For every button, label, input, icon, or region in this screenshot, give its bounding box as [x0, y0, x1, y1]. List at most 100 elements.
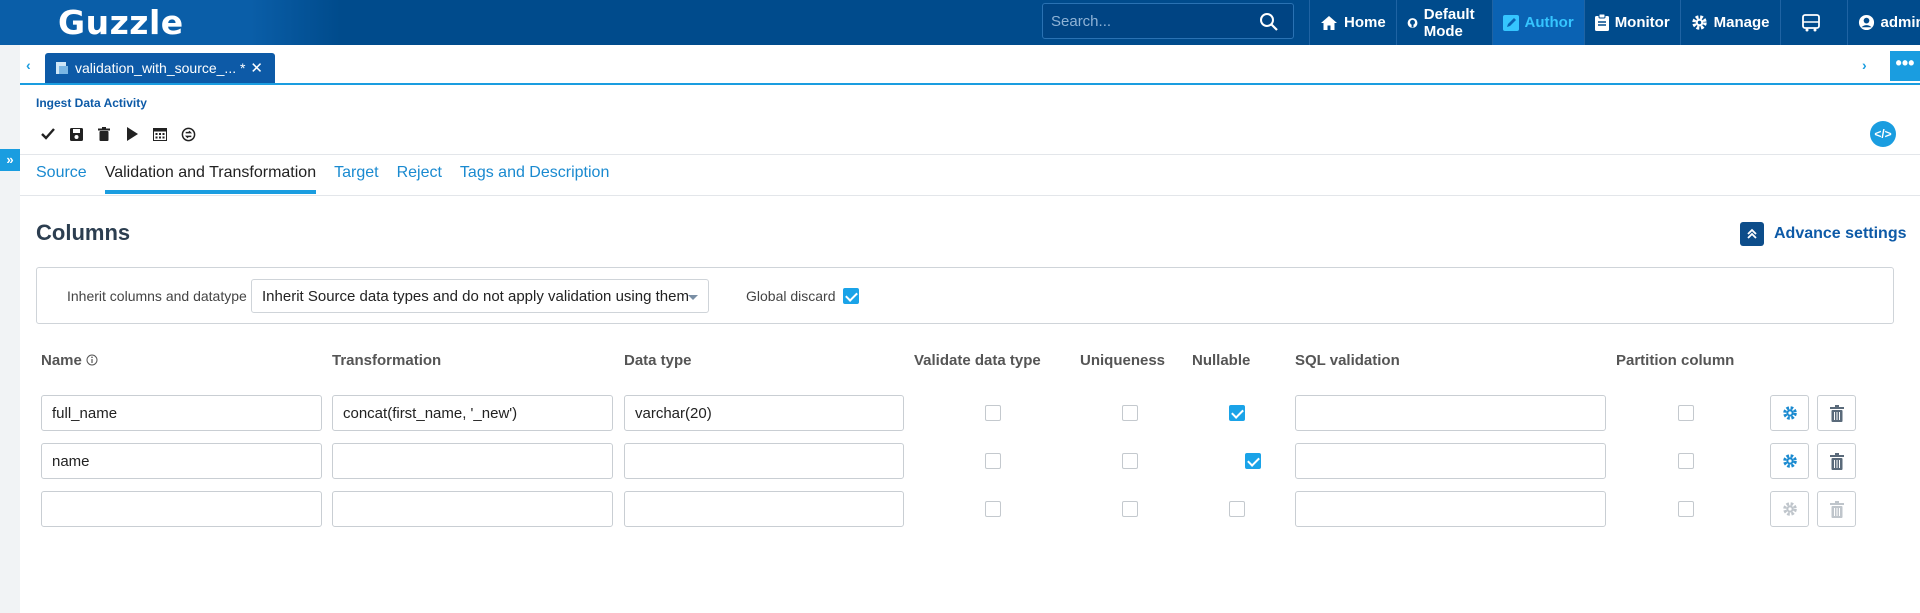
validate-data-type-checkbox[interactable]: [985, 453, 1001, 469]
trash-icon: [1829, 452, 1844, 470]
name-input[interactable]: full_name: [41, 395, 322, 431]
name-input[interactable]: name: [41, 443, 322, 479]
expand-sidebar-icon[interactable]: »: [0, 149, 20, 171]
advance-settings-label: Advance settings: [1774, 225, 1907, 242]
tab-validation-and-transformation[interactable]: Validation and Transformation: [104, 164, 317, 194]
transformation-input[interactable]: concat(first_name, '_new'): [332, 395, 613, 431]
inherit-select-value: Inherit Source data types and do not app…: [262, 288, 689, 305]
nav-author[interactable]: Author: [1491, 0, 1584, 45]
top-bar: Guzzle Home Default Mode Author Monitor …: [0, 0, 1920, 45]
sql-validation-input[interactable]: [1295, 491, 1606, 527]
trash-icon: [1829, 500, 1844, 518]
row-settings-button[interactable]: [1770, 395, 1809, 431]
nav-home[interactable]: Home: [1309, 0, 1396, 45]
transformation-input[interactable]: [332, 443, 613, 479]
activity-title: Ingest Data Activity: [36, 96, 147, 110]
info-icon[interactable]: [86, 354, 98, 366]
home-icon: [1321, 15, 1337, 30]
nav-user-label: admin: [1880, 14, 1920, 31]
gear-icon: [1782, 502, 1797, 516]
header-validate-data-type: Validate data type: [914, 352, 1041, 369]
header-partition-column: Partition column: [1616, 352, 1735, 369]
nav-default-mode-label: Default Mode: [1423, 5, 1475, 40]
github-icon: [1407, 17, 1418, 28]
uniqueness-checkbox[interactable]: [1122, 453, 1138, 469]
subtab-bar: Source Validation and Transformation Tar…: [36, 164, 627, 194]
sync-icon[interactable]: [176, 122, 200, 146]
header-name: Name: [41, 352, 98, 369]
sql-validation-input[interactable]: [1295, 443, 1606, 479]
uniqueness-checkbox[interactable]: [1122, 501, 1138, 517]
check-icon[interactable]: [36, 122, 60, 146]
caret-down-icon: [688, 295, 698, 300]
row-delete-button[interactable]: [1817, 443, 1856, 479]
chevrons-up-icon: [1740, 222, 1764, 246]
nullable-checkbox[interactable]: [1229, 405, 1245, 421]
uniqueness-checkbox[interactable]: [1122, 405, 1138, 421]
partition-column-checkbox[interactable]: [1678, 405, 1694, 421]
search-icon[interactable]: [1259, 12, 1279, 32]
inherit-datatype-select[interactable]: Inherit Source data types and do not app…: [251, 279, 709, 313]
header-uniqueness: Uniqueness: [1080, 352, 1166, 369]
data-type-input[interactable]: [624, 443, 904, 479]
doc-tab-label: validation_with_source_... *: [75, 60, 246, 76]
nav-default-mode[interactable]: Default Mode: [1395, 0, 1492, 45]
validate-data-type-checkbox[interactable]: [985, 501, 1001, 517]
advance-settings-button[interactable]: Advance settings: [1740, 222, 1906, 246]
nav-user[interactable]: admin: [1846, 0, 1920, 45]
row-delete-button[interactable]: [1817, 395, 1856, 431]
header-nullable: Nullable: [1192, 352, 1251, 369]
row-settings-button[interactable]: [1770, 443, 1809, 479]
divider: [20, 154, 1920, 155]
nav-manage[interactable]: Manage: [1679, 0, 1780, 45]
main-nav: Home Default Mode Author Monitor Manage …: [1309, 0, 1920, 45]
search-box[interactable]: [1042, 3, 1294, 39]
search-input[interactable]: [1051, 11, 1251, 31]
header-data-type: Data type: [624, 352, 692, 369]
nullable-checkbox[interactable]: [1245, 453, 1261, 469]
nullable-checkbox[interactable]: [1229, 501, 1245, 517]
divider: [20, 195, 1920, 196]
tab-source[interactable]: Source: [36, 164, 87, 194]
nav-manage-label: Manage: [1713, 14, 1770, 31]
validate-data-type-checkbox[interactable]: [985, 405, 1001, 421]
header-sql-validation: SQL validation: [1295, 352, 1400, 369]
close-icon[interactable]: ✕: [250, 59, 263, 77]
save-icon[interactable]: [64, 122, 88, 146]
document-tab-strip: ‹ validation_with_source_... * ✕ › •••: [20, 45, 1920, 85]
transformation-input[interactable]: [332, 491, 613, 527]
doc-tab-validation[interactable]: validation_with_source_... * ✕: [45, 53, 275, 83]
tab-reject[interactable]: Reject: [397, 164, 442, 194]
nav-monitor-label: Monitor: [1614, 14, 1670, 31]
nav-monitor[interactable]: Monitor: [1583, 0, 1680, 45]
partition-column-checkbox[interactable]: [1678, 453, 1694, 469]
columns-title: Columns: [36, 220, 131, 245]
bus-icon: [1801, 13, 1820, 31]
chevron-right-icon[interactable]: ›: [1862, 57, 1867, 73]
trash-icon[interactable]: [92, 122, 116, 146]
play-icon[interactable]: [120, 122, 144, 146]
left-sidebar-collapsed: »: [0, 45, 20, 613]
gear-icon: [1691, 15, 1707, 30]
row-settings-button[interactable]: [1770, 491, 1809, 527]
chevron-left-icon[interactable]: ‹: [26, 57, 31, 73]
nav-bus[interactable]: [1779, 0, 1847, 45]
data-type-input[interactable]: [624, 491, 904, 527]
data-type-input[interactable]: varchar(20): [624, 395, 904, 431]
global-discard-checkbox[interactable]: [843, 288, 859, 304]
nav-author-label: Author: [1524, 14, 1574, 31]
app-logo[interactable]: Guzzle: [58, 3, 184, 42]
code-view-button[interactable]: </>: [1870, 121, 1896, 147]
inherit-label: Inherit columns and datatype: [67, 288, 247, 304]
more-options-button[interactable]: •••: [1890, 51, 1920, 81]
name-input[interactable]: [41, 491, 322, 527]
tab-tags-and-description[interactable]: Tags and Description: [460, 164, 609, 194]
sql-validation-input[interactable]: [1295, 395, 1606, 431]
user-circle-icon: [1858, 14, 1874, 31]
gear-icon: [1782, 406, 1797, 420]
partition-column-checkbox[interactable]: [1678, 501, 1694, 517]
gear-icon: [1782, 454, 1797, 468]
tab-target[interactable]: Target: [334, 164, 378, 194]
calendar-icon[interactable]: [148, 122, 172, 146]
row-delete-button[interactable]: [1817, 491, 1856, 527]
